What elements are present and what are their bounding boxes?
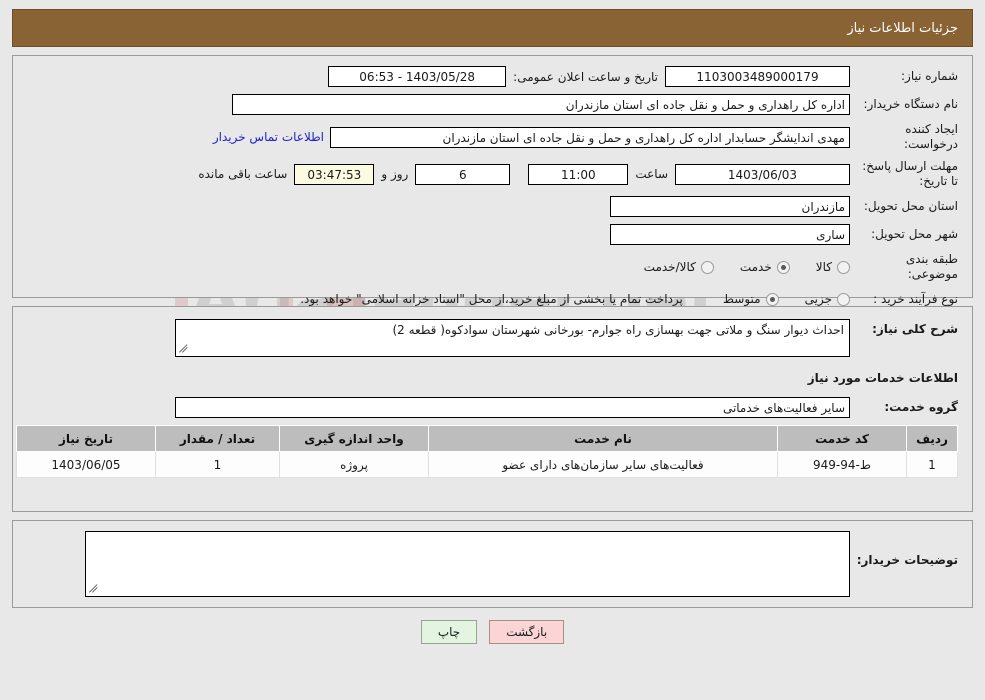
services-panel: شرح کلی نیاز: احداث دیوار سنگ و ملاتی جه…	[12, 306, 973, 512]
column-header-unit: واحد اندازه گیری	[279, 425, 429, 452]
buyer-org-field[interactable]: اداره کل راهداری و حمل و نقل جاده ای است…	[232, 94, 850, 115]
column-header-need-date: تاریخ نیاز	[16, 425, 156, 452]
radio-icon-jozee[interactable]	[837, 292, 850, 306]
creator-field[interactable]: مهدی اندایشگر حسابدار اداره کل راهداری و…	[330, 126, 850, 148]
row-city: شهر محل تحویل: ساری	[27, 224, 958, 245]
action-bar: بازگشت چاپ	[0, 620, 985, 645]
row-buyer-notes: توضیحات خریدار:	[27, 531, 958, 597]
row-description: شرح کلی نیاز: احداث دیوار سنگ و ملاتی جه…	[27, 319, 958, 357]
province-label: استان محل تحویل:	[863, 199, 958, 213]
process-option-motavaset-label: متوسط	[722, 292, 761, 306]
deadline-label: مهلت ارسال پاسخ: تا تاریخ:	[862, 159, 958, 188]
cell-radif: 1	[906, 451, 958, 478]
radio-icon-kala-khedmat[interactable]	[700, 260, 714, 274]
category-option-khedmat-label: خدمت	[739, 260, 772, 274]
resize-grip-icon-notes	[89, 584, 99, 594]
category-radio-group: کالا خدمت کالا/خدمت	[618, 260, 850, 274]
services-section-title: اطلاعات خدمات مورد نیاز	[807, 371, 958, 385]
creator-label: ایجاد کننده درخواست:	[904, 122, 958, 151]
radio-icon-kala[interactable]	[837, 260, 850, 274]
process-option-motavaset[interactable]: متوسط	[723, 292, 779, 306]
print-button[interactable]: چاپ	[420, 620, 478, 645]
province-field[interactable]: مازندران	[610, 196, 850, 217]
column-header-quantity: تعداد / مقدار	[155, 425, 280, 452]
city-field[interactable]: ساری	[610, 224, 850, 245]
remaining-countdown-field: 03:47:53	[294, 163, 375, 185]
need-number-field[interactable]: 1103003489000179	[665, 66, 850, 87]
cell-need-date: 1403/06/05	[16, 451, 156, 478]
need-number-label: شماره نیاز:	[901, 69, 958, 83]
payment-note: پرداخت تمام یا بخشی از مبلغ خرید،از محل …	[300, 292, 683, 306]
page-root: جزئیات اطلاعات نیاز شماره نیاز: 11030034…	[0, 9, 985, 645]
remaining-suffix-label: ساعت باقی مانده	[198, 167, 288, 181]
row-deadline: مهلت ارسال پاسخ: تا تاریخ: 1403/06/03 سا…	[27, 159, 958, 189]
remaining-days-field[interactable]: 6	[415, 163, 511, 185]
resize-grip-icon	[179, 344, 189, 354]
hour-label: ساعت	[635, 167, 668, 181]
process-radio-group: جزیی متوسط	[697, 292, 850, 306]
days-and-label: روز و	[381, 167, 409, 181]
buyer-org-label: نام دستگاه خریدار:	[863, 97, 959, 111]
buyer-contact-link[interactable]: اطلاعات تماس خریدار	[207, 130, 330, 144]
radio-icon-khedmat[interactable]	[776, 260, 790, 274]
category-option-kala-khedmat[interactable]: کالا/خدمت	[644, 260, 714, 274]
public-announce-field[interactable]: 1403/05/28 - 06:53	[328, 66, 507, 87]
buyer-notes-textarea[interactable]	[85, 531, 850, 597]
row-buyer-org: نام دستگاه خریدار: اداره کل راهداری و حم…	[27, 94, 958, 115]
row-service-group: گروه خدمت: سایر فعالیت‌های خدماتی	[27, 397, 958, 418]
page-header: جزئیات اطلاعات نیاز	[12, 9, 973, 47]
category-option-kala-khedmat-label: کالا/خدمت	[643, 260, 696, 274]
cell-service-code: ط-94-949	[777, 451, 907, 478]
description-textarea[interactable]: احداث دیوار سنگ و ملاتی جهت بهسازی راه ج…	[175, 319, 850, 357]
row-creator: ایجاد کننده درخواست: مهدی اندایشگر حسابد…	[27, 122, 958, 152]
table-row[interactable]: 1 ط-94-949 فعالیت‌های سایر سازمان‌های دا…	[16, 451, 958, 478]
service-group-label: گروه خدمت:	[884, 400, 958, 414]
back-button[interactable]: بازگشت	[489, 620, 565, 645]
column-header-radif: ردیف	[906, 425, 958, 452]
services-table: ردیف کد خدمت نام خدمت واحد اندازه گیری ت…	[16, 425, 958, 478]
buyer-notes-panel: توضیحات خریدار:	[12, 520, 973, 608]
process-option-jozee-label: جزیی	[804, 292, 832, 306]
city-label: شهر محل تحویل:	[871, 227, 958, 241]
cell-service-name: فعالیت‌های سایر سازمان‌های دارای عضو	[428, 451, 778, 478]
category-option-khedmat[interactable]: خدمت	[740, 260, 790, 274]
row-need-number: شماره نیاز: 1103003489000179 تاریخ و ساع…	[27, 66, 958, 87]
public-announce-label: تاریخ و ساعت اعلان عمومی:	[513, 69, 658, 84]
process-option-jozee[interactable]: جزیی	[805, 292, 850, 306]
deadline-time-field[interactable]: 11:00	[528, 163, 629, 185]
category-option-kala-label: کالا	[815, 260, 832, 274]
radio-icon-motavaset[interactable]	[765, 292, 779, 306]
process-label: نوع فرآیند خرید :	[873, 291, 958, 306]
page-title: جزئیات اطلاعات نیاز	[847, 20, 958, 36]
category-option-kala[interactable]: کالا	[816, 260, 850, 274]
cell-unit: پروژه	[279, 451, 429, 478]
row-province: استان محل تحویل: مازندران	[27, 196, 958, 217]
service-group-field[interactable]: سایر فعالیت‌های خدماتی	[175, 397, 850, 418]
column-header-service-name: نام خدمت	[428, 425, 778, 452]
column-header-service-code: کد خدمت	[777, 425, 907, 452]
row-category: طبقه بندی موضوعی: کالا خدمت کالا/خدمت	[27, 252, 958, 282]
deadline-date-field[interactable]: 1403/06/03	[675, 163, 850, 185]
description-label: شرح کلی نیاز:	[872, 322, 958, 336]
need-info-panel: شماره نیاز: 1103003489000179 تاریخ و ساع…	[12, 55, 973, 306]
buyer-notes-label: توضیحات خریدار:	[856, 553, 958, 567]
cell-quantity: 1	[155, 451, 280, 478]
category-label: طبقه بندی موضوعی:	[905, 252, 958, 281]
table-header-row: ردیف کد خدمت نام خدمت واحد اندازه گیری ت…	[16, 425, 958, 452]
